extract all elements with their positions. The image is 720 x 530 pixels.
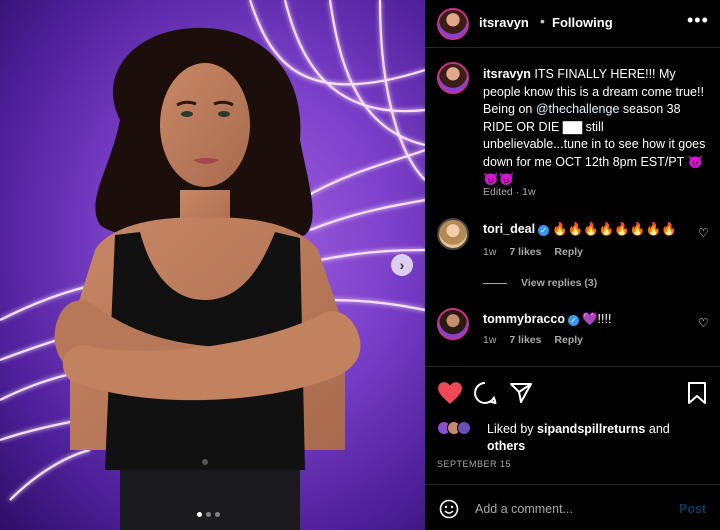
likes-others-link[interactable]: others xyxy=(487,439,525,453)
comment-meta: 1w 7 likes Reply xyxy=(483,334,583,346)
username-link[interactable]: itsravyn xyxy=(479,15,529,30)
comment-like-heart-icon[interactable]: ♡ xyxy=(698,226,709,240)
share-icon[interactable] xyxy=(509,381,533,405)
caption-avatar[interactable] xyxy=(437,62,469,94)
comment-text: tori_deal ✓ 🔥🔥🔥🔥🔥🔥🔥🔥 xyxy=(483,222,677,237)
caption-username[interactable]: itsravyn xyxy=(483,67,531,81)
caption-meta: Edited · 1w xyxy=(483,186,536,198)
post-comment-button[interactable]: Post xyxy=(679,502,706,516)
comment-text: tommybracco ✓ 💜!!!! xyxy=(483,312,611,327)
comment-likes[interactable]: 7 likes xyxy=(509,334,541,346)
bookmark-icon[interactable] xyxy=(687,381,707,405)
verified-badge-icon: ✓ xyxy=(567,315,579,326)
comment-reply-button[interactable]: Reply xyxy=(554,334,583,346)
post-caption: itsravyn ITS FINALLY HERE!!! My people k… xyxy=(483,66,711,189)
post-header: itsravyn • Following ••• xyxy=(425,0,720,48)
comment-like-heart-icon[interactable]: ♡ xyxy=(698,316,709,330)
comment-likes[interactable]: 7 likes xyxy=(509,246,541,258)
liked-by-and: and xyxy=(645,422,670,436)
comment-username[interactable]: tori_deal xyxy=(483,222,535,236)
carousel-dot xyxy=(215,512,220,517)
comment-body: 🔥🔥🔥🔥🔥🔥🔥🔥 xyxy=(552,222,677,236)
post-sidebar: itsravyn • Following ••• itsravyn ITS FI… xyxy=(425,0,720,530)
carousel-next-button[interactable]: › xyxy=(391,254,413,276)
chevron-right-icon: › xyxy=(399,257,405,273)
comment-icon[interactable] xyxy=(473,381,497,405)
liked-by-text: Liked by sipandspillreturns and others xyxy=(487,421,707,455)
avatar[interactable] xyxy=(437,8,469,40)
add-comment-bar: Add a comment... Post xyxy=(425,484,720,530)
heart-icon[interactable] xyxy=(437,381,463,405)
verified-badge-icon: ✓ xyxy=(538,225,550,236)
view-replies-button[interactable]: View replies (3) xyxy=(483,277,597,289)
post-actions: Liked by sipandspillreturns and others S… xyxy=(425,366,720,476)
header-separator: • xyxy=(540,13,545,29)
edited-label: Edited xyxy=(483,186,513,198)
more-options-icon[interactable]: ••• xyxy=(687,10,709,31)
liker-username-link[interactable]: sipandspillreturns xyxy=(537,422,645,436)
comment-time[interactable]: 1w xyxy=(483,334,496,346)
comment-time[interactable]: 1w xyxy=(483,246,496,258)
liked-by-label: Liked by xyxy=(487,422,538,436)
post-photo[interactable]: › xyxy=(0,0,425,530)
add-comment-input[interactable]: Add a comment... xyxy=(475,502,573,516)
comment-avatar[interactable] xyxy=(437,308,469,340)
view-replies-label: View replies (3) xyxy=(521,277,598,289)
comment-username[interactable]: tommybracco xyxy=(483,312,565,326)
comment-meta: 1w 7 likes Reply xyxy=(483,246,583,258)
carousel-dot xyxy=(206,512,211,517)
following-button[interactable]: Following xyxy=(552,15,613,30)
meta-separator: · xyxy=(512,186,523,198)
emoji-icon[interactable] xyxy=(439,499,459,519)
liker-avatar[interactable] xyxy=(457,421,471,435)
caption-mention-link[interactable]: @thechallenge xyxy=(536,102,620,116)
post-date[interactable]: SEPTEMBER 15 xyxy=(437,459,511,469)
photo-illustration xyxy=(0,0,425,530)
comment-reply-button[interactable]: Reply xyxy=(554,246,583,258)
comment-body: 💜!!!! xyxy=(581,312,612,326)
caption-timestamp[interactable]: 1w xyxy=(522,186,535,198)
comment-avatar[interactable] xyxy=(437,218,469,250)
carousel-dot xyxy=(197,512,202,517)
carousel-dots xyxy=(197,512,220,517)
replies-divider xyxy=(483,282,507,284)
